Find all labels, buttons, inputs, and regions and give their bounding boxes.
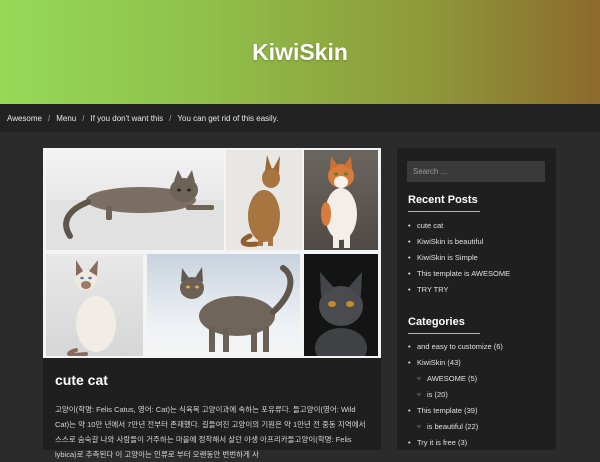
categories-heading: Categories	[408, 316, 465, 328]
recent-post-link[interactable]: cute cat	[408, 218, 548, 234]
recent-post-link[interactable]: KiwiSkin is Simple	[408, 250, 548, 266]
heading-underline	[408, 211, 480, 212]
cat-photo-orange-white[interactable]	[304, 150, 378, 250]
cat-photo-grey[interactable]	[304, 254, 378, 356]
cat-photo-tabby-snow[interactable]	[147, 254, 300, 356]
category-link[interactable]: This template (39)	[408, 403, 548, 419]
heading-underline	[408, 333, 480, 334]
menu-item-dont-want[interactable]: If you don't want this	[90, 114, 163, 123]
recent-post-link[interactable]: KiwiSkin is beautiful	[408, 234, 548, 250]
subcategory-link[interactable]: is (20)	[408, 387, 548, 403]
cat-photo-abyssinian[interactable]	[226, 150, 302, 250]
recent-post-link[interactable]: This template is AWESOME	[408, 266, 548, 282]
post-article: cute cat 고양이(학명: Felis Catus, 영어: Cat)는 …	[43, 148, 381, 459]
site-title[interactable]: KiwiSkin	[252, 39, 348, 66]
recent-post-link[interactable]: TRY TRY	[408, 282, 548, 298]
cat-photo-tabby-lying[interactable]	[46, 150, 224, 250]
breadcrumb-menu: Awesome / Menu / If you don't want this …	[0, 104, 600, 132]
search-input[interactable]	[407, 161, 545, 182]
cat-photo-siamese[interactable]	[46, 254, 143, 356]
menu-separator: /	[169, 113, 172, 123]
menu-separator: /	[47, 113, 51, 123]
subcategory-link[interactable]: is beautiful (22)	[408, 419, 548, 435]
menu-item-awesome[interactable]: Awesome	[7, 114, 42, 123]
post-title[interactable]: cute cat	[55, 372, 108, 388]
category-link[interactable]: Try it is free (3)	[408, 435, 548, 451]
sidebar: Recent Posts cute cat KiwiSkin is beauti…	[397, 148, 556, 451]
menu-item-get-rid[interactable]: You can get rid of this easily.	[177, 114, 278, 123]
subcategory-link[interactable]: AWESOME (5)	[408, 371, 548, 387]
cat-photo-gallery[interactable]	[43, 148, 381, 358]
categories-list: and easy to customize (6) KiwiSkin (43) …	[408, 339, 548, 451]
category-link[interactable]: KiwiSkin (43)	[408, 355, 548, 371]
menu-separator: /	[82, 113, 85, 123]
site-header: KiwiSkin	[0, 0, 600, 104]
recent-posts-heading: Recent Posts	[408, 194, 478, 206]
menu-item-menu[interactable]: Menu	[56, 114, 76, 123]
post-body-text: 고양이(학명: Felis Catus, 영어: Cat)는 식육목 고양이과에…	[55, 405, 366, 459]
category-link[interactable]: and easy to customize (6)	[408, 339, 548, 355]
recent-posts-list: cute cat KiwiSkin is beautiful KiwiSkin …	[408, 218, 548, 298]
